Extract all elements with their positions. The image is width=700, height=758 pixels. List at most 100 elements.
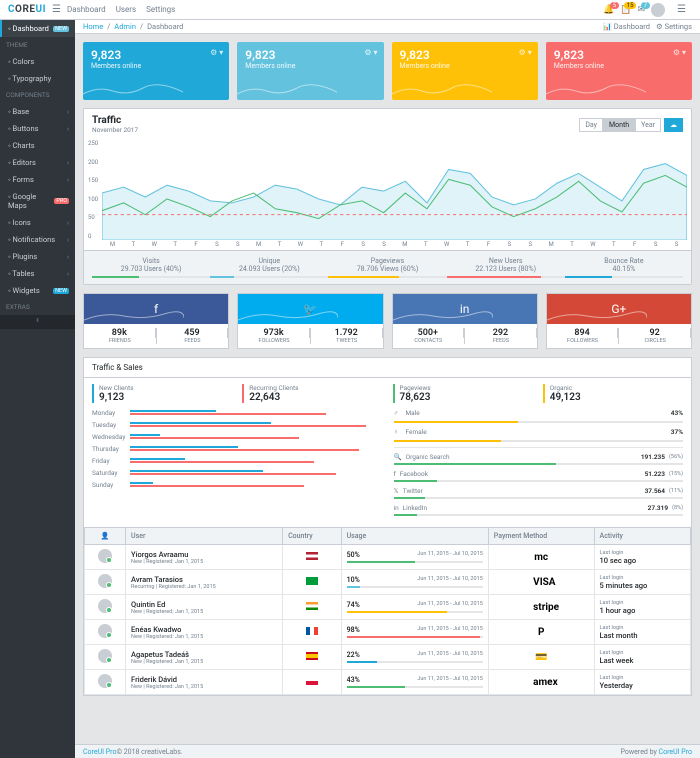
breadcrumb-home[interactable]: Home — [83, 22, 103, 31]
payment-icon: amex — [533, 677, 549, 688]
user-row[interactable]: Agapetus TadeášNew | Registered: Jan 1, … — [85, 645, 691, 670]
user-table-header: Usage — [341, 528, 488, 545]
payment-icon: mc — [533, 552, 549, 563]
breadcrumb-current: Dashboard — [147, 22, 183, 31]
sidebar-item-google-maps[interactable]: ◦ Google MapsPRO — [0, 188, 75, 214]
header-nav-dashboard[interactable]: Dashboard — [67, 5, 106, 14]
sidebar-item-notifications[interactable]: ◦ Notifications‹ — [0, 231, 75, 248]
source-row: inLinkedIn27.319(8%) — [394, 504, 684, 512]
sidebar-item-base[interactable]: ◦ Base‹ — [0, 103, 75, 120]
sidebar-item-icons[interactable]: ◦ Icons‹ — [0, 214, 75, 231]
flag-icon — [306, 627, 318, 635]
month-button[interactable]: Month — [603, 118, 635, 132]
ts-day-row: Monday — [92, 409, 382, 417]
sidebar-item-tables[interactable]: ◦ Tables‹ — [0, 265, 75, 282]
list-icon[interactable]: 📋15 — [620, 5, 631, 15]
traffic-footer-item: New Users22.123 Users (80%) — [447, 257, 565, 278]
user-row[interactable]: Avram TarasiosRecurring | Registered: Ja… — [85, 570, 691, 595]
social-card: G+894FOLLOWERS92CIRCLES — [546, 293, 692, 349]
source-row: 𝕏Twitter37.564(11%) — [394, 487, 684, 495]
flag-icon — [306, 652, 318, 660]
sidebar-title: COMPONENTS — [0, 87, 75, 103]
sidebar-item-widgets[interactable]: ◦ WidgetsNEW — [0, 282, 75, 299]
sidebar-item-typography[interactable]: ◦ Typography — [0, 70, 75, 87]
gender-row: ♂Male43% — [394, 409, 684, 417]
social-card: f89kFRIENDS459FEEDS — [83, 293, 229, 349]
menu-toggle-icon[interactable]: ☰ — [52, 4, 61, 15]
traffic-footer-item: Pageviews78.706 Views (60%) — [328, 257, 446, 278]
stat-widget-1: ⚙ ▾9,823Members online — [237, 42, 383, 100]
payment-icon: VISA — [533, 577, 549, 588]
gear-icon[interactable]: ⚙ ▾ — [519, 48, 532, 57]
traffic-sales-card: Traffic & Sales New Clients9,123 Recurrin… — [83, 357, 692, 696]
header: COREUI ☰ Dashboard Users Settings 🔔5 📋15 ✉… — [0, 0, 700, 20]
aside-toggle-icon[interactable]: ☰ — [677, 4, 686, 15]
footer: CoreUI Pro © 2018 creativeLabs. Powered … — [75, 744, 700, 758]
traffic-title: Traffic — [92, 115, 138, 126]
stat-widget-3: ⚙ ▾9,823Members online — [546, 42, 692, 100]
user-row[interactable]: Quintin EdNew | Registered: Jan 1, 20157… — [85, 595, 691, 620]
sidebar-item-plugins[interactable]: ◦ Plugins‹ — [0, 248, 75, 265]
traffic-sales-title: Traffic & Sales — [84, 358, 691, 378]
breadcrumb: Home / Admin / Dashboard 📊 Dashboard ⚙ S… — [75, 20, 700, 34]
social-card: in500+CONTACTS292FEEDS — [392, 293, 538, 349]
flag-icon — [306, 577, 318, 585]
footer-brand-link[interactable]: CoreUI Pro — [83, 748, 116, 756]
ts-day-row: Sunday — [92, 481, 382, 489]
payment-icon: 💳 — [533, 652, 549, 663]
social-card: 🐦973kFOLLOWERS1.792TWEETS — [237, 293, 383, 349]
gear-icon[interactable]: ⚙ ▾ — [364, 48, 377, 57]
ts-day-row: Thursday — [92, 445, 382, 453]
bell-icon[interactable]: 🔔5 — [603, 5, 614, 15]
brand-logo[interactable]: COREUI — [8, 4, 46, 15]
sidebar-item-colors[interactable]: ◦ Colors — [0, 53, 75, 70]
user-row[interactable]: Yiorgos AvraamuNew | Registered: Jan 1, … — [85, 545, 691, 570]
sidebar-item-editors[interactable]: ◦ Editors‹ — [0, 154, 75, 171]
header-nav-users[interactable]: Users — [116, 5, 136, 14]
user-row[interactable]: Enéas KwadwoNew | Registered: Jan 1, 201… — [85, 620, 691, 645]
user-table-header: 👤 — [85, 528, 126, 545]
avatar — [98, 624, 112, 638]
avatar — [98, 549, 112, 563]
ts-metric: New Clients9,123 — [92, 384, 232, 403]
ts-day-row: Tuesday — [92, 421, 382, 429]
year-button[interactable]: Year — [635, 118, 661, 132]
gear-icon[interactable]: ⚙ ▾ — [210, 48, 223, 57]
traffic-subtitle: November 2017 — [92, 126, 138, 134]
flag-icon — [306, 552, 318, 560]
ts-metric: Pageviews78,623 — [393, 384, 533, 403]
sidebar-item-dashboard[interactable]: ◦ DashboardNEW — [0, 20, 75, 37]
avatar[interactable] — [651, 3, 665, 17]
avatar — [98, 674, 112, 688]
breadcrumb-admin[interactable]: Admin — [114, 22, 136, 31]
sidebar-item-forms[interactable]: ◦ Forms‹ — [0, 171, 75, 188]
sidebar-item-charts[interactable]: ◦ Charts — [0, 137, 75, 154]
sidebar: ◦ DashboardNEWTHEME◦ Colors◦ TypographyC… — [0, 20, 75, 758]
sidebar-minimizer[interactable]: ‹ — [0, 315, 75, 329]
source-row: fFacebook51.223(15%) — [394, 470, 684, 478]
ts-metric: Organic49,123 — [543, 384, 683, 403]
flag-icon — [306, 677, 318, 685]
ts-metric: Recurring Clients22,643 — [242, 384, 382, 403]
header-nav-settings[interactable]: Settings — [146, 5, 175, 14]
user-row[interactable]: Friderik DávidNew | Registered: Jan 1, 2… — [85, 670, 691, 695]
avatar — [98, 574, 112, 588]
gender-row: ♀Female37% — [394, 428, 684, 436]
user-table-header: User — [126, 528, 283, 545]
stat-widget-0: ⚙ ▾9,823Members online — [83, 42, 229, 100]
footer-poweredby-link[interactable]: CoreUI Pro — [659, 748, 692, 756]
sidebar-title: EXTRAS — [0, 299, 75, 315]
traffic-footer-item: Visits29.703 Users (40%) — [92, 257, 210, 278]
gear-icon[interactable]: ⚙ ▾ — [673, 48, 686, 57]
day-button[interactable]: Day — [579, 118, 603, 132]
envelope-icon[interactable]: ✉7 — [637, 5, 645, 15]
breadcrumb-dashboard-link[interactable]: 📊 Dashboard — [603, 22, 650, 31]
user-table-header: Payment Method — [488, 528, 594, 545]
source-row: 🔍Organic Search191.235(56%) — [394, 453, 684, 461]
ts-day-row: Friday — [92, 457, 382, 465]
download-button[interactable]: ☁ — [664, 118, 683, 132]
payment-icon: P — [533, 627, 549, 638]
breadcrumb-settings-link[interactable]: ⚙ Settings — [656, 22, 692, 31]
user-table: 👤UserCountryUsagePayment MethodActivity … — [84, 527, 691, 695]
sidebar-item-buttons[interactable]: ◦ Buttons‹ — [0, 120, 75, 137]
